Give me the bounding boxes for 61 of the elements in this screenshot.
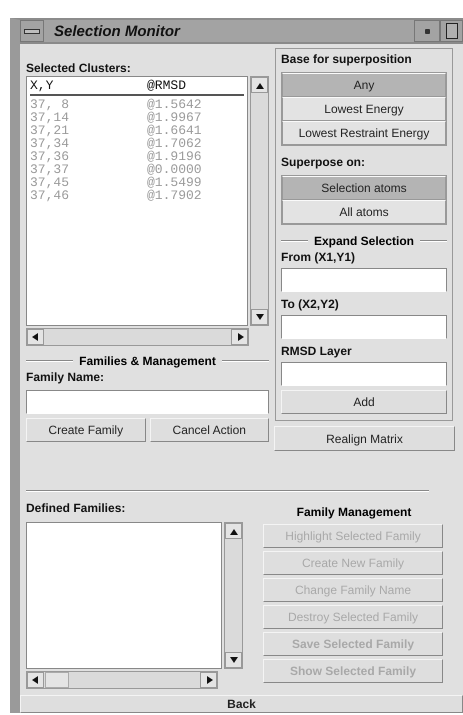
section-label: Superpose on:: [281, 154, 366, 170]
action-button[interactable]: Cancel Action: [150, 418, 269, 442]
maximize-button[interactable]: [440, 20, 463, 42]
list-cell-text: 37,34: [30, 137, 70, 150]
section-heading: Expand Selection: [314, 234, 414, 248]
option-button[interactable]: Any: [282, 73, 446, 97]
scroll-down-icon[interactable]: [225, 652, 242, 668]
window-menu-button[interactable]: [20, 20, 44, 42]
scroll-left-icon[interactable]: [27, 329, 44, 345]
scroll-right-icon[interactable]: [231, 329, 248, 345]
field-label: RMSD Layer: [281, 343, 353, 359]
list-cell: @1.5642: [147, 98, 202, 111]
scroll-down-icon[interactable]: [251, 309, 268, 325]
option-button[interactable]: All atoms: [282, 200, 446, 224]
option-button[interactable]: Lowest Energy: [282, 97, 446, 121]
horizontal-scrollbar[interactable]: [26, 328, 249, 346]
cluster-list[interactable]: X,Y @RMSD 37, 8 @1.5642 37,14 @1.9967 37,21 @1.6641 37,34 @1.7062 37,36 @1.9196 37,37 @0.0000 37,45 @1.5499 37,46 @1.7902: [26, 76, 248, 326]
list-cell: @1.7062: [147, 137, 202, 150]
scroll-left-icon[interactable]: [27, 672, 44, 688]
input-field[interactable]: [281, 362, 447, 386]
window-title: Selection Monitor: [53, 22, 182, 40]
list-cell: @1.6641: [147, 124, 202, 137]
list-cell-text: 37,45: [30, 176, 70, 189]
list-cell-text: 37,46: [30, 189, 70, 202]
minimize-button[interactable]: [414, 20, 440, 42]
list-cell-text: 37,37: [30, 163, 70, 176]
list-cell-text: 37,14: [30, 111, 70, 124]
section-label: Defined Families:: [26, 500, 126, 516]
list-cell: @1.7902: [147, 189, 202, 202]
list-cell-text: 37,36: [30, 150, 70, 163]
scroll-thumb[interactable]: [45, 672, 69, 688]
scroll-up-icon[interactable]: [225, 523, 242, 539]
family-name-field[interactable]: [26, 390, 269, 414]
section-heading: Families & Management: [79, 354, 216, 368]
section-label: Selected Clusters:: [26, 60, 132, 76]
option-button[interactable]: Lowest Restraint Energy: [282, 121, 446, 145]
input-field[interactable]: [281, 268, 447, 292]
column-header: X,Y: [30, 79, 54, 94]
list-cell-text: 37, 8: [30, 98, 70, 111]
input-field[interactable]: [281, 315, 447, 339]
column-header: @RMSD: [147, 79, 186, 94]
back-button[interactable]: Back: [20, 695, 463, 713]
list-cell: @1.9196: [147, 150, 202, 163]
add-button[interactable]: Add: [281, 390, 447, 414]
field-label: Family Name:: [26, 369, 106, 385]
action-button[interactable]: Create Family: [26, 418, 146, 442]
option-button[interactable]: Selection atoms: [282, 176, 446, 200]
list-cell: @1.9967: [147, 111, 202, 124]
vertical-scrollbar[interactable]: [224, 522, 243, 669]
vertical-scrollbar[interactable]: [250, 76, 269, 326]
section-heading: Family Management: [296, 504, 412, 520]
section-label: Base for superposition: [281, 51, 413, 67]
horizontal-scrollbar[interactable]: [26, 671, 218, 689]
realign-button[interactable]: Realign Matrix: [274, 426, 455, 451]
list-cell: @1.5499: [147, 176, 202, 189]
list-cell: @0.0000: [147, 163, 202, 176]
list-cell-text: 37,21: [30, 124, 70, 137]
scroll-right-icon[interactable]: [200, 672, 217, 688]
field-label: From (X1,Y1): [281, 249, 356, 265]
field-label: To (X2,Y2): [281, 296, 340, 312]
scroll-up-icon[interactable]: [251, 77, 268, 93]
